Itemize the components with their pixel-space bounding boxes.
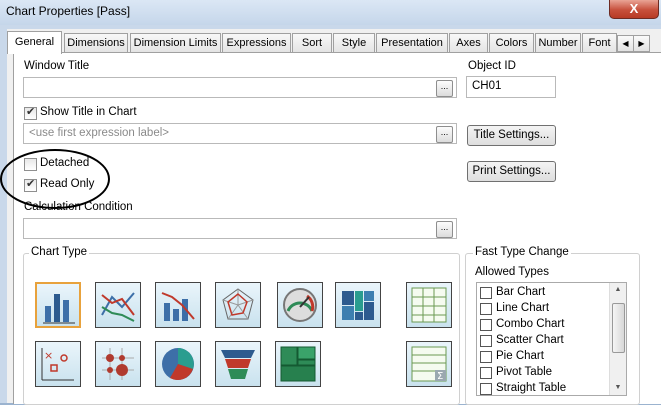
scroll-thumb[interactable]	[612, 303, 625, 353]
list-item-checkbox[interactable]	[480, 287, 492, 299]
tab-presentation[interactable]: Presentation	[376, 33, 448, 52]
tab-axes[interactable]: Axes	[449, 33, 488, 52]
list-item-label: Combo Chart	[496, 318, 565, 330]
radar-chart-icon[interactable]	[215, 282, 261, 328]
tab-general[interactable]: General	[7, 31, 62, 54]
object-id-input[interactable]: CH01	[466, 76, 556, 98]
svg-text:×: ×	[44, 349, 53, 362]
fast-type-change-group-label: Fast Type Change	[473, 246, 571, 258]
grid-chart-icon[interactable]	[95, 341, 141, 387]
window-title: Chart Properties [Pass]	[6, 4, 131, 18]
close-button[interactable]: X	[609, 0, 659, 19]
list-item-label: Pivot Table	[496, 366, 553, 378]
list-item-label: Scatter Chart	[496, 334, 564, 346]
window-title-expression-button[interactable]: ...	[436, 80, 453, 97]
calculation-condition-expression-button[interactable]: ...	[436, 221, 453, 238]
bar-chart-icon[interactable]	[35, 282, 81, 328]
list-item-label: Line Chart	[496, 302, 550, 314]
list-item-checkbox[interactable]	[480, 335, 492, 347]
funnel-chart-icon[interactable]	[215, 341, 261, 387]
list-item[interactable]: Combo Chart	[477, 317, 610, 333]
svg-text:Σ: Σ	[437, 371, 443, 382]
title-bar[interactable]: Chart Properties [Pass] X	[0, 0, 661, 25]
chart-title-expression-button[interactable]: ...	[436, 126, 453, 143]
tab-font[interactable]: Font	[582, 33, 617, 52]
show-title-label: Show Title in Chart	[40, 106, 137, 118]
pie-chart-icon[interactable]	[155, 341, 201, 387]
list-item-checkbox[interactable]	[480, 383, 492, 395]
window-title-input[interactable]	[23, 77, 457, 98]
tab-expressions[interactable]: Expressions	[222, 33, 291, 52]
list-item-label: Straight Table	[496, 382, 567, 394]
list-item[interactable]: Line Chart	[477, 301, 610, 317]
title-settings-button[interactable]: Title Settings...	[467, 125, 556, 146]
chart-type-group-label: Chart Type	[29, 246, 90, 258]
tab-number[interactable]: Number	[535, 33, 581, 52]
read-only-checkbox[interactable]	[24, 177, 37, 192]
mekko-chart-icon[interactable]	[335, 282, 381, 328]
show-title-checkbox[interactable]	[24, 105, 37, 120]
scroll-up-icon[interactable]: ▲	[610, 283, 626, 297]
scatter-chart-icon[interactable]: ×	[35, 341, 81, 387]
read-only-label: Read Only	[40, 178, 95, 190]
list-item-label: Bar Chart	[496, 286, 546, 298]
list-item[interactable]: Pie Chart	[477, 349, 610, 365]
tab-colors[interactable]: Colors	[489, 33, 534, 52]
tab-style[interactable]: Style	[333, 33, 375, 52]
detached-checkbox[interactable]	[24, 158, 37, 171]
window-title-label: Window Title	[24, 60, 90, 72]
print-settings-button[interactable]: Print Settings...	[467, 161, 556, 182]
scroll-down-icon[interactable]: ▼	[610, 381, 626, 395]
block-chart-icon[interactable]	[275, 341, 321, 387]
list-item-label: Pie Chart	[496, 350, 544, 362]
list-item[interactable]: Scatter Chart	[477, 333, 610, 349]
combo-chart-icon[interactable]	[155, 282, 201, 328]
list-item-checkbox[interactable]	[480, 351, 492, 363]
pivot-table-icon[interactable]	[406, 282, 452, 328]
straight-table-icon[interactable]: Σ	[406, 341, 452, 387]
list-item[interactable]: Bar Chart	[477, 285, 610, 301]
calculation-condition-input[interactable]	[23, 218, 457, 239]
tab-sort[interactable]: Sort	[292, 33, 332, 52]
allowed-types-label: Allowed Types	[475, 266, 549, 278]
list-item-checkbox[interactable]	[480, 367, 492, 379]
calculation-condition-label: Calculation Condition	[24, 201, 133, 213]
list-scrollbar[interactable]: ▲ ▼	[609, 283, 626, 395]
tab-scroll-left-icon[interactable]: ◀	[617, 35, 634, 52]
list-item-checkbox[interactable]	[480, 303, 492, 315]
tab-dimensions[interactable]: Dimensions	[64, 33, 128, 52]
chart-title-input[interactable]: <use first expression label>	[23, 123, 457, 144]
line-chart-icon[interactable]	[95, 282, 141, 328]
list-item-checkbox[interactable]	[480, 319, 492, 331]
tab-scroll-right-icon[interactable]: ▶	[633, 35, 650, 52]
list-item[interactable]: Pivot Table	[477, 365, 610, 381]
allowed-types-list[interactable]: Bar Chart Line Chart Combo Chart Scatter…	[476, 282, 627, 396]
tab-dimension-limits[interactable]: Dimension Limits	[130, 33, 221, 52]
tab-strip: General Dimensions Dimension Limits Expr…	[7, 31, 650, 54]
object-id-label: Object ID	[468, 60, 516, 72]
detached-label: Detached	[40, 157, 90, 169]
gauge-chart-icon[interactable]	[277, 282, 323, 328]
list-item[interactable]: Straight Table	[477, 381, 610, 395]
